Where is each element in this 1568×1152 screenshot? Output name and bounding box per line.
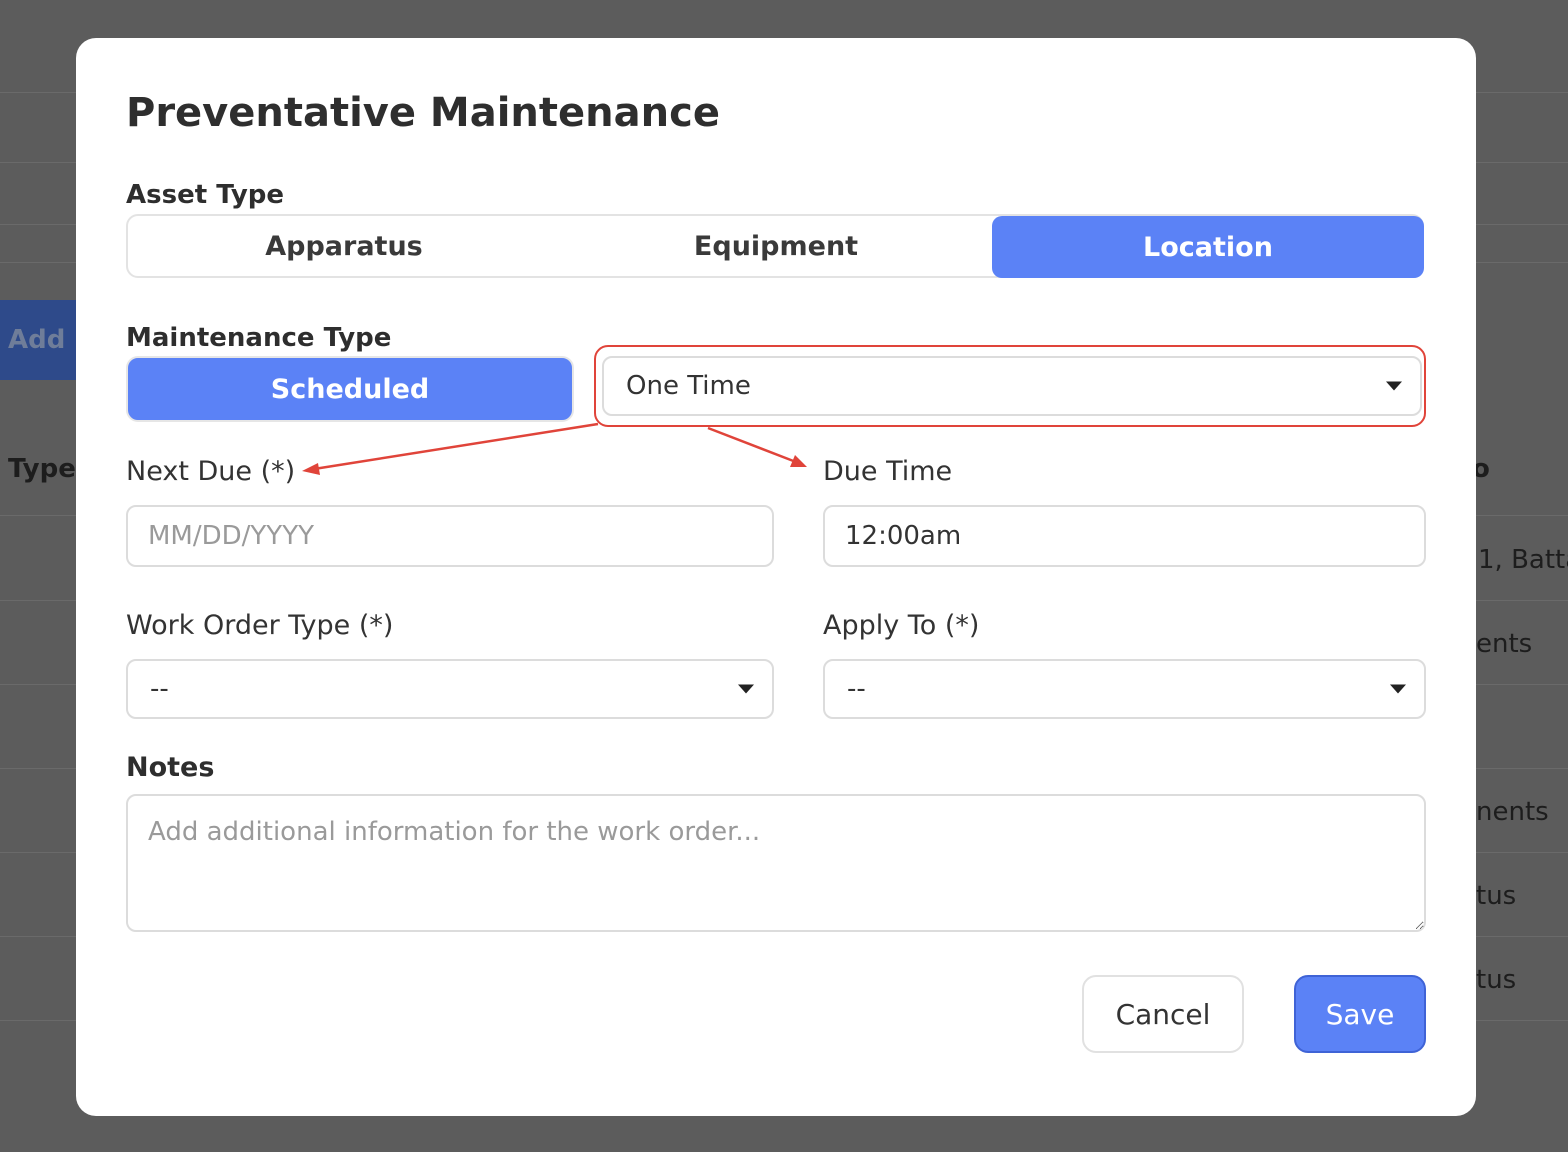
save-button[interactable]: Save [1294, 975, 1426, 1053]
apply-to-label: Apply To (*) [823, 610, 980, 641]
apply-to-select[interactable]: -- [823, 659, 1426, 719]
bg-right-cell: 1, Batta [1476, 545, 1568, 581]
bg-right-text: nents [1476, 797, 1549, 827]
annotation-arrowhead [302, 463, 320, 475]
due-time-label: Due Time [823, 456, 953, 487]
work-order-type-select[interactable]: -- [126, 659, 774, 719]
bg-right-text: tus [1476, 881, 1517, 911]
bg-add-button: Add M [0, 300, 80, 380]
annotation-arrow-due-time [707, 426, 797, 464]
notes-textarea[interactable] [126, 794, 1426, 932]
asset-type-option-location[interactable]: Location [992, 216, 1424, 278]
bg-right-text: 1, Batta [1478, 545, 1568, 575]
bg-right-cell: nents [1476, 797, 1568, 833]
maintenance-type-label: Maintenance Type [126, 323, 392, 353]
annotation-arrow-next-due [313, 422, 599, 471]
annotation-arrowhead [790, 455, 807, 467]
bg-right-text: ents [1476, 629, 1533, 659]
work-order-type-value: -- [150, 674, 169, 704]
bg-right-cell: tus [1476, 965, 1568, 1001]
asset-type-label: Asset Type [126, 180, 285, 210]
next-due-date-input[interactable] [126, 505, 774, 567]
next-due-label: Next Due (*) [126, 456, 296, 487]
bg-right-cell: o [1476, 454, 1568, 490]
chevron-down-icon [738, 684, 754, 694]
annotation-arrows [302, 422, 807, 475]
due-time-input[interactable] [823, 505, 1426, 567]
frequency-select[interactable]: One Time [602, 356, 1422, 416]
chevron-down-icon [1390, 684, 1406, 694]
asset-type-option-apparatus[interactable]: Apparatus [128, 216, 560, 276]
notes-label: Notes [126, 752, 215, 783]
bg-right-cell: ents [1476, 629, 1568, 665]
work-order-type-label: Work Order Type (*) [126, 610, 394, 641]
apply-to-value: -- [847, 674, 866, 704]
scheduled-toggle-button[interactable]: Scheduled [126, 356, 574, 422]
chevron-down-icon [1386, 381, 1402, 391]
bg-column-header: Type [8, 454, 76, 484]
bg-right-text: tus [1476, 965, 1517, 995]
asset-type-segmented-control: Apparatus Equipment Location [126, 214, 1424, 278]
preventative-maintenance-modal: Preventative Maintenance Asset Type Appa… [76, 38, 1476, 1116]
frequency-select-value: One Time [626, 371, 751, 401]
modal-title: Preventative Maintenance [126, 90, 720, 136]
bg-right-cell: tus [1476, 881, 1568, 917]
asset-type-option-equipment[interactable]: Equipment [560, 216, 992, 276]
cancel-button[interactable]: Cancel [1082, 975, 1244, 1053]
bg-right-text: o [1476, 454, 1490, 484]
